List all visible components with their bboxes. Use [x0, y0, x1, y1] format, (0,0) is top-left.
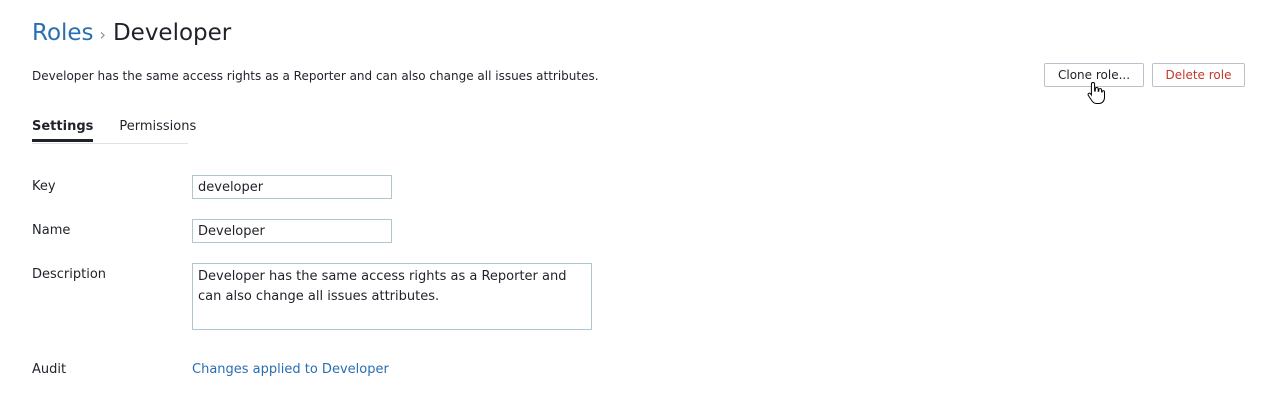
audit-label: Audit [32, 362, 67, 377]
hand-pointer-cursor-icon [1087, 81, 1105, 104]
key-label: Key [32, 179, 56, 194]
breadcrumb: Roles › Developer [32, 18, 231, 50]
role-actions: Clone role... Delete role [1044, 63, 1245, 87]
role-description-text: Developer has the same access rights as … [32, 69, 599, 83]
tab-permissions[interactable]: Permissions [119, 116, 196, 142]
name-field[interactable] [192, 219, 392, 243]
breadcrumb-separator-icon: › [99, 25, 106, 44]
role-settings-page: Roles › Developer Developer has the same… [0, 0, 1277, 409]
description-label: Description [32, 267, 107, 282]
page-title: Developer [112, 20, 232, 46]
description-field[interactable]: Developer has the same access rights as … [192, 263, 592, 330]
audit-changes-link[interactable]: Changes applied to Developer [192, 362, 389, 377]
key-field[interactable] [192, 175, 392, 199]
breadcrumb-roles-link[interactable]: Roles [32, 18, 94, 48]
settings-tabs: Settings Permissions [32, 116, 196, 144]
tab-settings[interactable]: Settings [32, 116, 94, 142]
name-label: Name [32, 223, 71, 238]
delete-role-button[interactable]: Delete role [1152, 63, 1245, 87]
